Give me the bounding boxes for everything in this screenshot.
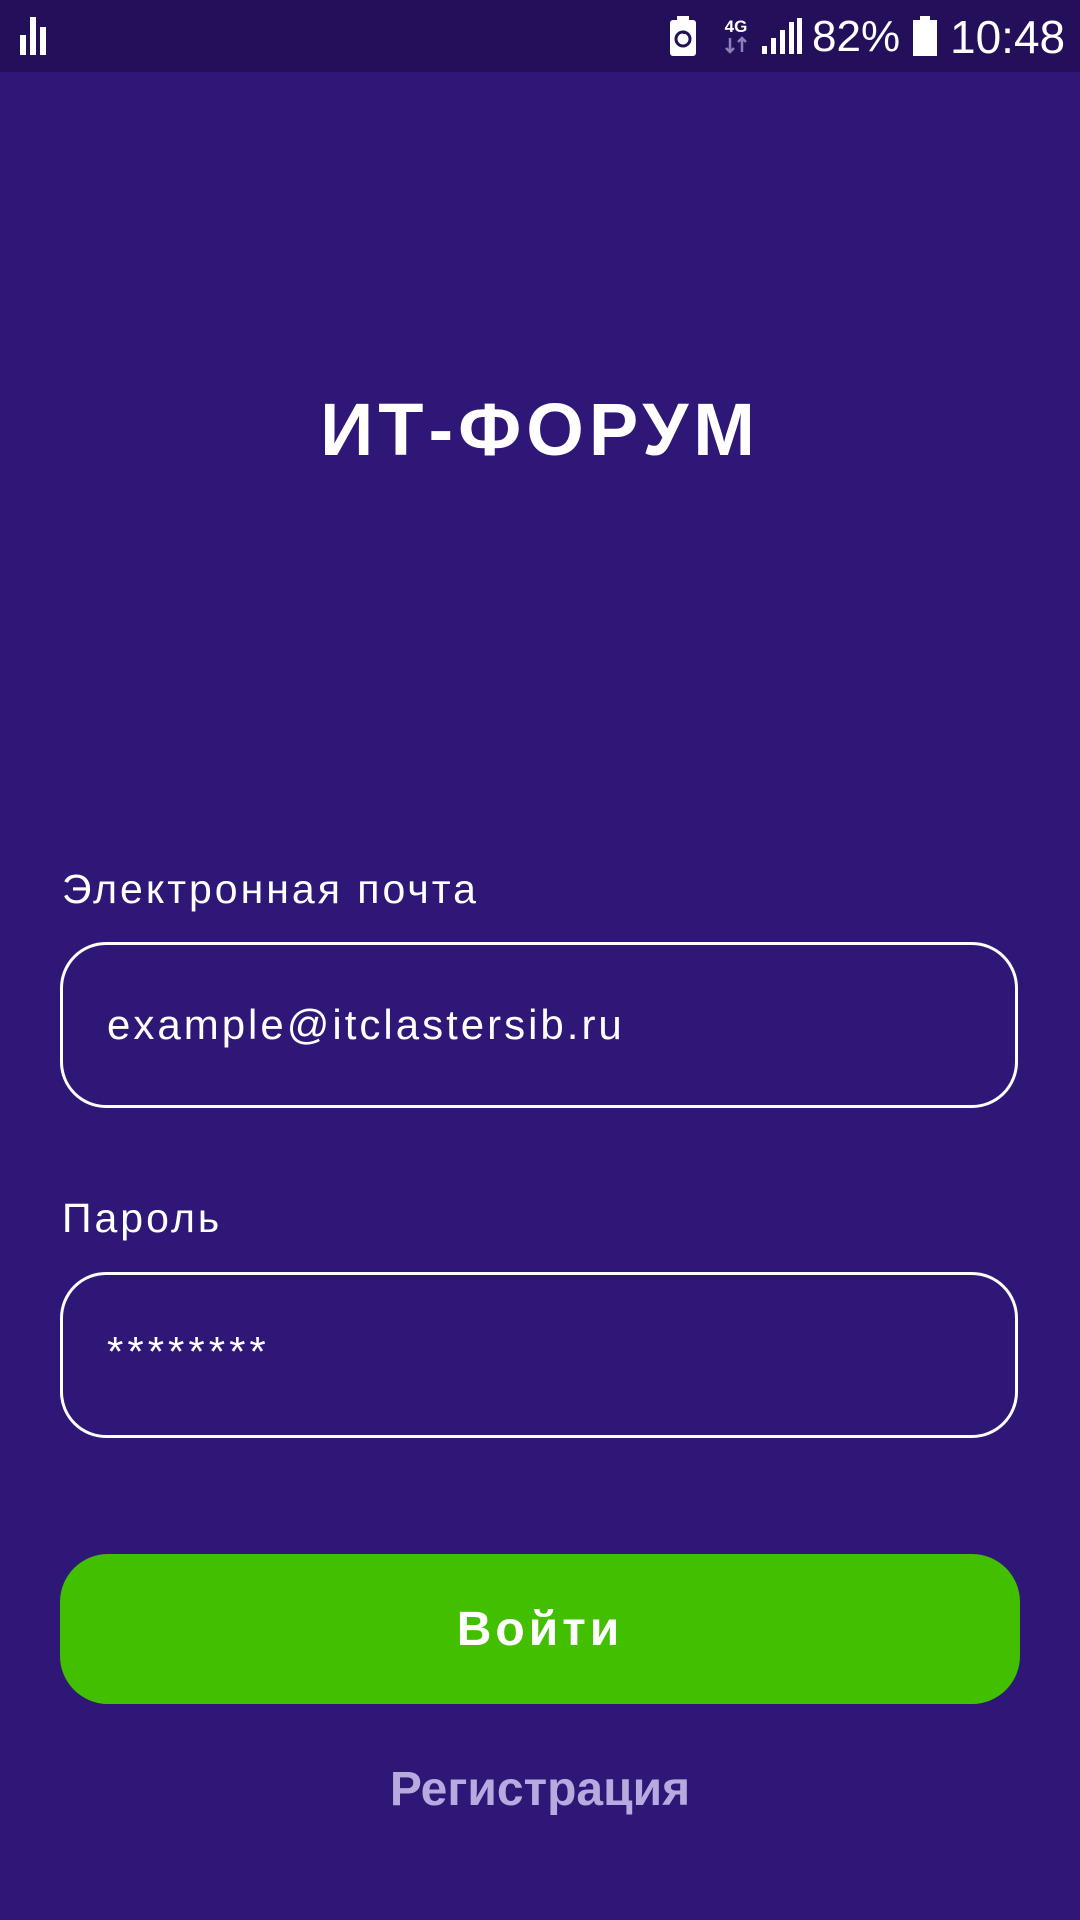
password-value[interactable]: ********	[107, 1325, 270, 1379]
email-field[interactable]: example@itclastersib.ru	[60, 942, 1018, 1108]
battery-saver-icon	[670, 16, 696, 56]
app-title: ИТ-ФОРУМ	[320, 388, 760, 471]
battery-percent: 82%	[812, 12, 901, 61]
svg-text:4G: 4G	[725, 17, 748, 36]
password-field[interactable]: ********	[60, 1272, 1018, 1438]
email-value[interactable]: example@itclastersib.ru	[107, 998, 625, 1052]
login-button-label: Войти	[456, 1602, 624, 1656]
equalizer-icon	[20, 17, 46, 55]
login-button[interactable]: Войти	[60, 1554, 1020, 1704]
signal-icon	[762, 18, 802, 54]
register-link[interactable]: Регистрация	[0, 1760, 1080, 1820]
status-bar: 4G 82% 10:48	[0, 0, 1080, 72]
network-4g-icon: 4G	[725, 17, 748, 54]
clock: 10:48	[950, 11, 1066, 63]
password-label: Пароль	[62, 1195, 223, 1241]
battery-icon	[913, 16, 937, 56]
email-label: Электронная почта	[62, 866, 479, 912]
